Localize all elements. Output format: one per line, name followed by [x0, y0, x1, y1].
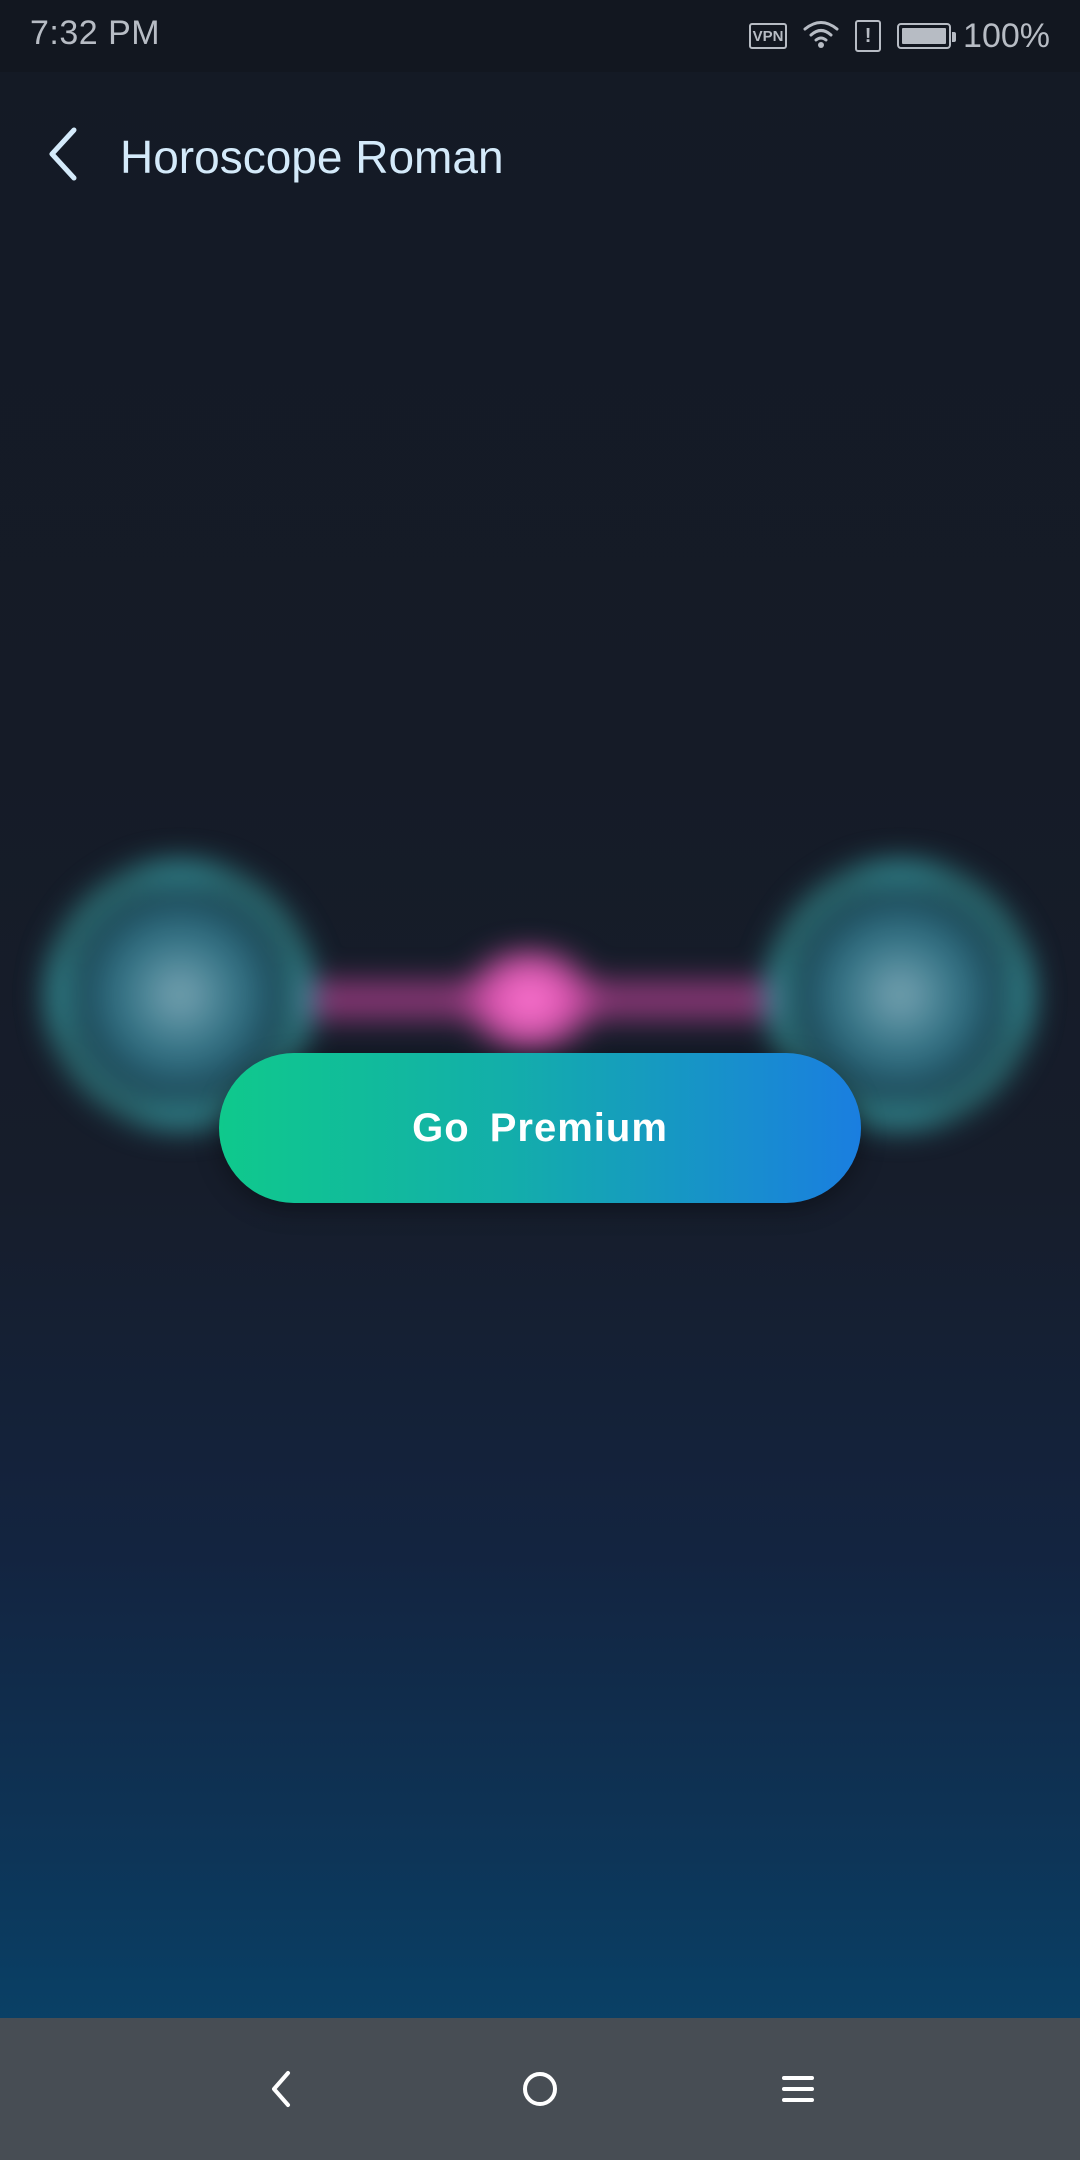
battery-tip	[952, 32, 957, 42]
battery-icon	[897, 23, 957, 49]
nav-home-button[interactable]	[500, 2049, 580, 2129]
battery-percentage: 100%	[963, 16, 1050, 55]
system-nav-bar	[0, 2018, 1080, 2160]
nav-menu-icon	[782, 2076, 814, 2102]
app-screen: 7:32 PM VPN ! 100% Horoscope Roman Go Pr…	[0, 0, 1080, 2160]
vpn-icon: VPN	[749, 23, 788, 49]
chevron-left-icon	[49, 127, 77, 181]
battery-fill	[902, 28, 947, 44]
nav-menu-button[interactable]	[758, 2049, 838, 2129]
app-header: Horoscope Roman	[0, 72, 1080, 242]
connector-glow	[455, 950, 605, 1050]
sim-alert-icon: !	[855, 20, 882, 52]
nav-back-icon	[272, 2071, 290, 2107]
nav-home-icon	[523, 2072, 557, 2106]
status-bar: 7:32 PM VPN ! 100%	[0, 0, 1080, 72]
page-title: Horoscope Roman	[120, 131, 504, 183]
go-premium-button[interactable]: Go Premium	[219, 1053, 861, 1203]
back-button[interactable]	[30, 122, 94, 186]
nav-back-button[interactable]	[241, 2049, 321, 2129]
status-icons: VPN ! 100%	[749, 14, 1050, 58]
wifi-icon	[803, 19, 839, 54]
status-time: 7:32 PM	[30, 14, 161, 52]
